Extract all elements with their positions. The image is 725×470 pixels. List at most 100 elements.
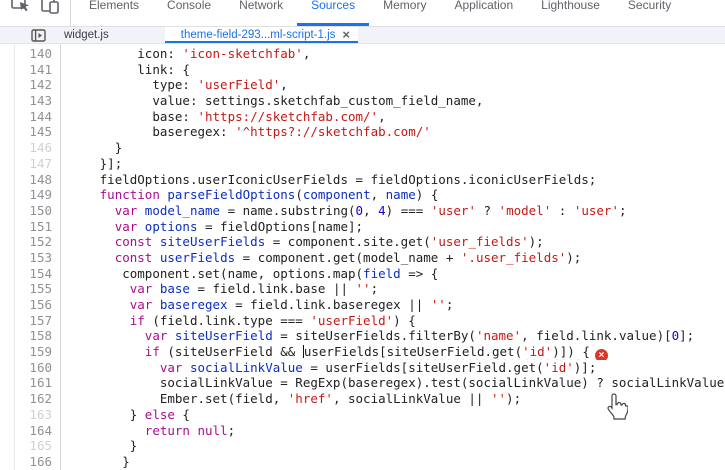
code-line-149[interactable]: 149 function parseFieldOptions(component… — [0, 187, 725, 203]
code-text[interactable]: var baseregex = field.link.baseregex || … — [52, 297, 453, 313]
code-line-165[interactable]: 165 } — [0, 438, 725, 454]
line-number[interactable]: 161 — [0, 375, 52, 391]
code-line-144[interactable]: 144 base: 'https://sketchfab.com/', — [0, 109, 725, 125]
file-tab-0[interactable]: widget.js — [48, 27, 125, 43]
code-line-164[interactable]: 164 return null; — [0, 423, 725, 439]
code-line-148[interactable]: 148 fieldOptions.userIconicUserFields = … — [0, 172, 725, 188]
code-text[interactable]: component.set(name, options.map(field =>… — [52, 266, 438, 282]
line-number[interactable]: 154 — [0, 266, 52, 282]
code-line-140[interactable]: 140 icon: 'icon-sketchfab', — [0, 46, 725, 62]
line-number[interactable]: 160 — [0, 360, 52, 376]
code-line-141[interactable]: 141 link: { — [0, 62, 725, 78]
line-number[interactable]: 166 — [0, 454, 52, 470]
tab-application[interactable]: Application — [440, 0, 527, 26]
line-number[interactable]: 146 — [0, 140, 52, 156]
line-number[interactable]: 140 — [0, 46, 52, 62]
code-line-146[interactable]: 146 } — [0, 140, 725, 156]
line-number[interactable]: 163 — [0, 407, 52, 423]
code-line-166[interactable]: 166 } — [0, 454, 725, 470]
code-line-152[interactable]: 152 const siteUserFields = component.sit… — [0, 234, 725, 250]
line-number[interactable]: 157 — [0, 313, 52, 329]
line-number[interactable]: 151 — [0, 219, 52, 235]
code-line-154[interactable]: 154 component.set(name, options.map(fiel… — [0, 266, 725, 282]
code-line-150[interactable]: 150 var model_name = name.substring(0, 4… — [0, 203, 725, 219]
line-number[interactable]: 153 — [0, 250, 52, 266]
line-number[interactable]: 162 — [0, 391, 52, 407]
code-text[interactable]: function parseFieldOptions(component, na… — [52, 187, 438, 203]
code-line-159[interactable]: 159 if (siteUserField && userFields[site… — [0, 344, 725, 360]
line-number[interactable]: 147 — [0, 156, 52, 172]
code-text[interactable]: icon: 'icon-sketchfab', — [52, 46, 310, 62]
line-number[interactable]: 158 — [0, 328, 52, 344]
tab-lighthouse[interactable]: Lighthouse — [527, 0, 614, 26]
code-line-160[interactable]: 160 var socialLinkValue = userFields[sit… — [0, 360, 725, 376]
code-text[interactable]: } — [52, 140, 122, 156]
code-text[interactable]: const userFields = component.get(model_n… — [52, 250, 581, 266]
line-number[interactable]: 149 — [0, 187, 52, 203]
code-text[interactable]: type: 'userField', — [52, 77, 288, 93]
line-number[interactable]: 150 — [0, 203, 52, 219]
code-text[interactable]: var socialLinkValue = userFields[siteUse… — [52, 360, 596, 376]
code-text[interactable]: if (field.link.type === 'userField') { — [52, 313, 416, 329]
line-number[interactable]: 145 — [0, 124, 52, 140]
code-text[interactable]: fieldOptions.userIconicUserFields = fiel… — [52, 172, 596, 188]
code-text[interactable]: link: { — [52, 62, 190, 78]
code-line-163[interactable]: 163 } else { — [0, 407, 725, 423]
line-number[interactable]: 155 — [0, 281, 52, 297]
line-number[interactable]: 165 — [0, 438, 52, 454]
code-text[interactable]: if (siteUserField && userFields[siteUser… — [52, 344, 608, 360]
code-line-157[interactable]: 157 if (field.link.type === 'userField')… — [0, 313, 725, 329]
code-line-153[interactable]: 153 const userFields = component.get(mod… — [0, 250, 725, 266]
code-line-143[interactable]: 143 value: settings.sketchfab_custom_fie… — [0, 93, 725, 109]
code-line-155[interactable]: 155 var base = field.link.base || ''; — [0, 281, 725, 297]
line-number[interactable]: 164 — [0, 423, 52, 439]
code-text[interactable]: }]; — [52, 156, 122, 172]
show-navigator-icon[interactable] — [28, 27, 48, 43]
tab-console[interactable]: Console — [153, 0, 225, 26]
tab-security[interactable]: Security — [614, 0, 685, 26]
code-text[interactable]: var model_name = name.substring(0, 4) ==… — [52, 203, 627, 219]
code-editor[interactable]: 140 icon: 'icon-sketchfab',141 link: {14… — [0, 44, 725, 470]
token: userFields — [160, 250, 235, 265]
code-text[interactable]: } else { — [52, 407, 190, 423]
code-line-147[interactable]: 147 }]; — [0, 156, 725, 172]
token: } — [115, 140, 123, 155]
code-text[interactable]: return null; — [52, 423, 235, 439]
tab-memory[interactable]: Memory — [369, 0, 440, 26]
toggle-device-toolbar-icon[interactable] — [36, 0, 66, 27]
code-line-162[interactable]: 162 Ember.set(field, 'href', socialLinkV… — [0, 391, 725, 407]
tab-elements[interactable]: Elements — [75, 0, 153, 26]
line-number[interactable]: 148 — [0, 172, 52, 188]
tab-sources[interactable]: Sources — [297, 0, 369, 26]
file-tab-active[interactable]: theme-field-293...ml-script-1.js× — [165, 27, 358, 43]
code-text[interactable]: } — [52, 454, 130, 470]
line-number[interactable]: 143 — [0, 93, 52, 109]
close-icon[interactable]: × — [342, 30, 350, 40]
code-text[interactable]: Ember.set(field, 'href', socialLinkValue… — [52, 391, 521, 407]
code-text[interactable]: base: 'https://sketchfab.com/', — [52, 109, 386, 125]
code-text[interactable]: socialLinkValue = RegExp(baseregex).test… — [52, 375, 724, 391]
line-number[interactable]: 144 — [0, 109, 52, 125]
code-line-156[interactable]: 156 var baseregex = field.link.baseregex… — [0, 297, 725, 313]
code-text[interactable]: value: settings.sketchfab_custom_field_n… — [52, 93, 483, 109]
token: '' — [356, 281, 371, 296]
line-number[interactable]: 142 — [0, 77, 52, 93]
code-line-142[interactable]: 142 type: 'userField', — [0, 77, 725, 93]
code-line-158[interactable]: 158 var siteUserField = siteUserFields.f… — [0, 328, 725, 344]
code-text[interactable]: const siteUserFields = component.site.ge… — [52, 234, 544, 250]
line-number[interactable]: 152 — [0, 234, 52, 250]
code-text[interactable]: var siteUserField = siteUserFields.filte… — [52, 328, 694, 344]
inspect-element-icon[interactable] — [6, 0, 36, 27]
code-line-161[interactable]: 161 socialLinkValue = RegExp(baseregex).… — [0, 375, 725, 391]
error-icon[interactable]: × — [595, 349, 608, 360]
tab-network[interactable]: Network — [225, 0, 297, 26]
line-number[interactable]: 159 — [0, 344, 52, 360]
code-text[interactable]: var base = field.link.base || ''; — [52, 281, 378, 297]
code-text[interactable]: var options = fieldOptions[name]; — [52, 219, 363, 235]
code-line-151[interactable]: 151 var options = fieldOptions[name]; — [0, 219, 725, 235]
code-line-145[interactable]: 145 baseregex: '^https?://sketchfab.com/… — [0, 124, 725, 140]
line-number[interactable]: 156 — [0, 297, 52, 313]
code-text[interactable]: } — [52, 438, 137, 454]
line-number[interactable]: 141 — [0, 62, 52, 78]
code-text[interactable]: baseregex: '^https?://sketchfab.com/' — [52, 124, 431, 140]
